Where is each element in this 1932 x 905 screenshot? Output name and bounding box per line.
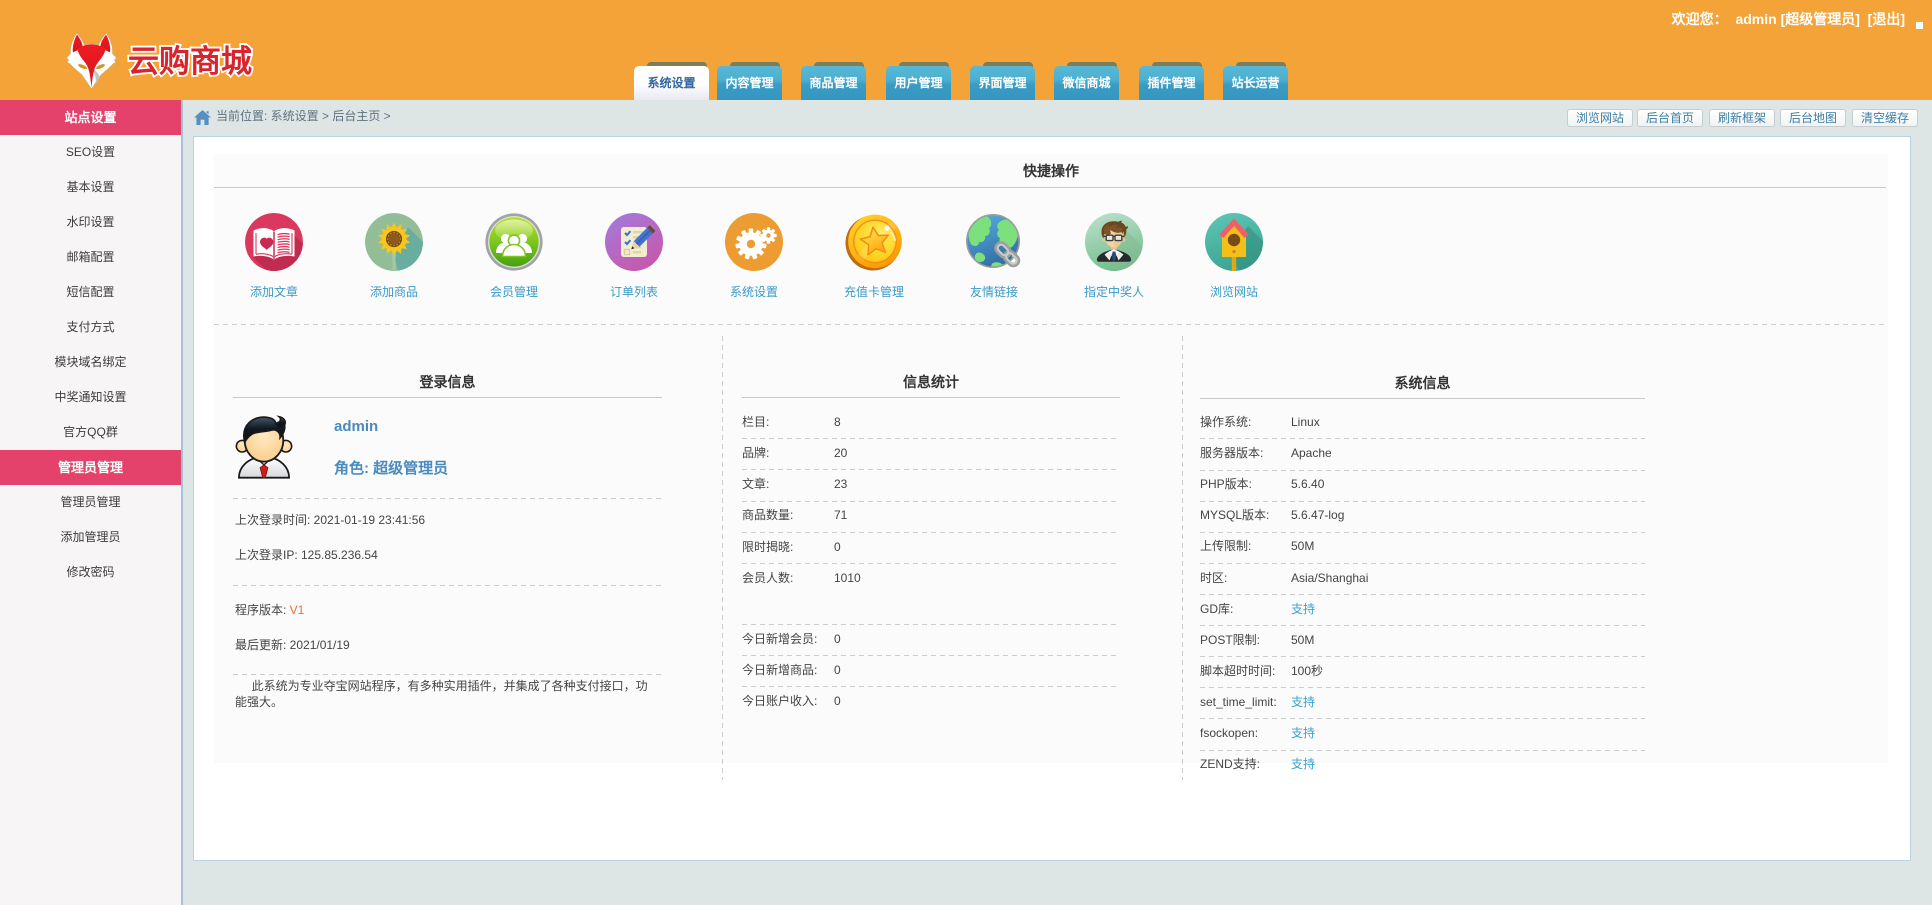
svg-text:云购商城: 云购商城 — [128, 44, 252, 79]
